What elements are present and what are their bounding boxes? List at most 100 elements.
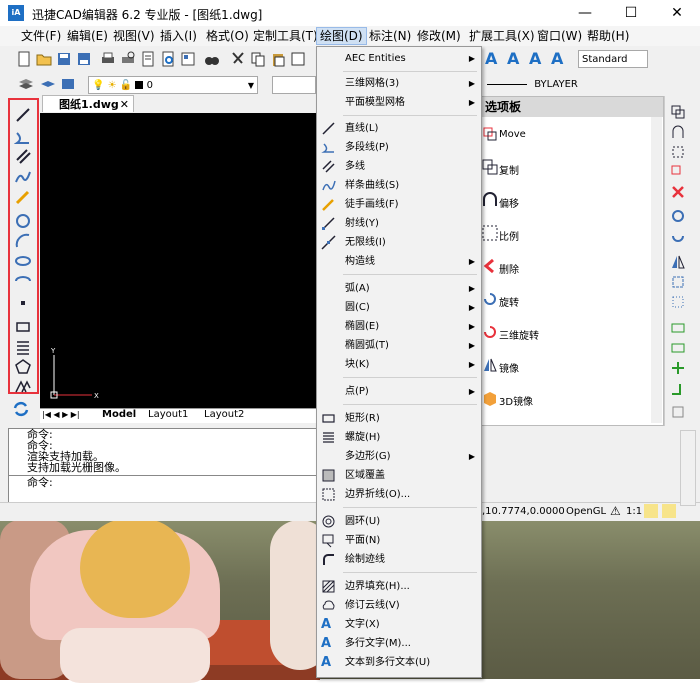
menu-item-rectangle[interactable]: 矩形(R) [317,409,481,428]
layer-save-icon[interactable] [60,76,76,92]
layer-state-icon[interactable] [40,76,56,92]
save-icon[interactable] [56,51,72,67]
opengl-toggle[interactable]: OpenGL [566,506,606,517]
menu-item-spline[interactable]: 样条曲线(S) [317,176,481,195]
menu-item-construction-line[interactable]: 构造线 ▶ [317,252,481,271]
point-icon[interactable] [14,294,32,312]
polygon-icon[interactable] [14,358,32,376]
tab-model[interactable]: Model [102,409,136,420]
line-icon[interactable] [14,106,32,124]
array-icon[interactable] [670,144,686,160]
drawing-canvas[interactable]: Y X [40,113,316,408]
regen-icon[interactable] [12,400,30,418]
tab-layout2[interactable]: Layout2 [204,409,244,420]
menu-item-hatch[interactable]: 边界填充(H)... [317,577,481,596]
menu-extend-tools[interactable]: 扩展工具(X) [466,28,538,44]
binoculars-icon[interactable] [204,51,220,67]
menu-item-plane[interactable]: 平面(N) [317,531,481,550]
linetype-select[interactable]: BYLAYER [484,76,664,94]
ellipse-icon[interactable] [14,252,32,270]
move-icon[interactable] [670,164,686,180]
copy-icon[interactable] [250,51,266,67]
menu-item-text-to-mtext[interactable]: A 文本到多行文本(U) [317,653,481,672]
menu-item-donut[interactable]: 圆环(U) [317,512,481,531]
palette-item-3d-mirror[interactable]: 3D镜像 [481,383,641,416]
match-icon[interactable] [290,51,306,67]
menu-custom-tools[interactable]: 定制工具(T) [250,28,321,44]
mirror-icon[interactable] [670,254,686,270]
palette-item-move[interactable]: Move [481,119,641,152]
maximize-button[interactable]: ☐ [608,0,654,26]
cut-icon[interactable] [230,51,246,67]
document-icon[interactable] [140,51,156,67]
ellipse-arc-icon[interactable] [14,272,32,290]
close-button[interactable]: ✕ [654,0,700,26]
copy-icon[interactable] [670,104,686,120]
text-style-icon[interactable]: A [551,49,571,68]
layer-select[interactable]: 💡 ☀ 🔓 0 ▼ [88,76,258,94]
menu-draw[interactable]: 绘图(D) [316,27,367,45]
text-edit-icon[interactable]: A [529,49,549,68]
menu-item-point[interactable]: 点(P) ▶ [317,382,481,401]
auto-scale-icon[interactable] [644,504,658,518]
menu-item-polyline[interactable]: 多段线(P) [317,138,481,157]
palette-item-rotate[interactable]: 旋转 [481,284,641,317]
menu-item-wipeout[interactable]: 区域覆盖 [317,466,481,485]
annotation-icon[interactable]: ⚠ [610,504,621,518]
command-scrollbar[interactable] [680,430,696,506]
layers-icon[interactable] [18,76,34,92]
scale-readout[interactable]: 1:1 [626,506,642,517]
mtext-icon[interactable]: A [507,49,527,68]
text-style-select[interactable]: Standard [578,50,648,68]
menu-item-circle[interactable]: 圆(C) ▶ [317,298,481,317]
menu-item-ray[interactable]: 射线(Y) [317,214,481,233]
menu-item-boundary[interactable]: 边界折线(O)... [317,485,481,504]
offset-icon[interactable] [670,124,686,140]
paste-icon[interactable] [270,51,286,67]
menu-modify[interactable]: 修改(M) [414,28,464,44]
new-file-icon[interactable] [16,51,32,67]
menu-dimension[interactable]: 标注(N) [366,28,414,44]
rotate-3d-icon[interactable] [670,228,686,244]
close-icon[interactable]: ✕ [120,96,129,113]
document-tab[interactable]: 图纸1.dwg ✕ [42,95,134,112]
menu-file[interactable]: 文件(F) [18,28,64,44]
tab-layout1[interactable]: Layout1 [148,409,188,420]
menu-edit[interactable]: 编辑(E) [64,28,111,44]
find-icon[interactable] [160,51,176,67]
menu-item-polygon[interactable]: 多边形(G) ▶ [317,447,481,466]
menu-view[interactable]: 视图(V) [110,28,158,44]
save-as-icon[interactable] [76,51,92,67]
menu-item-text[interactable]: A 文字(X) [317,615,481,634]
menu-item-line[interactable]: 直线(L) [317,119,481,138]
palette-item-scale[interactable]: 比例 [481,218,641,251]
menu-item-planar-mesh[interactable]: 平面模型网格 ▶ [317,93,481,112]
join-icon[interactable] [670,380,686,396]
open-icon[interactable] [36,51,52,67]
menu-item-helix[interactable]: 螺旋(H) [317,428,481,447]
menu-item-aec-entities[interactable]: AEC Entities ▶ [317,49,481,68]
palette-item-mirror[interactable]: 镜像 [481,350,641,383]
trim-icon[interactable] [670,320,686,336]
rotate-icon[interactable] [670,208,686,224]
spline-icon[interactable] [14,168,32,186]
menu-item-xline[interactable]: 无限线(I) [317,233,481,252]
print-preview-icon[interactable] [120,51,136,67]
explode-icon[interactable] [670,404,686,420]
minimize-button[interactable]: — [562,0,608,26]
palette-item-offset[interactable]: 偏移 [481,185,641,218]
command-input[interactable]: 命令: [9,475,317,488]
helix-icon[interactable] [14,338,32,356]
circle-icon[interactable] [14,212,32,230]
arc-icon[interactable] [14,232,32,250]
palette-item-erase[interactable]: 删除 [481,251,641,284]
menu-item-multiline[interactable]: 多线 [317,157,481,176]
palette-item-copy[interactable]: 复制 [481,152,641,185]
text-icon[interactable]: A [485,49,505,68]
menu-item-trace[interactable]: 绘制迹线 [317,550,481,569]
first-tab-icon[interactable]: |◀ ◀ ▶ ▶| [42,410,80,419]
hatch-icon[interactable] [14,376,32,394]
menu-item-revcloud[interactable]: 修订云线(V) [317,596,481,615]
multiline-icon[interactable] [14,148,32,166]
menu-item-ellipse[interactable]: 椭圆(E) ▶ [317,317,481,336]
